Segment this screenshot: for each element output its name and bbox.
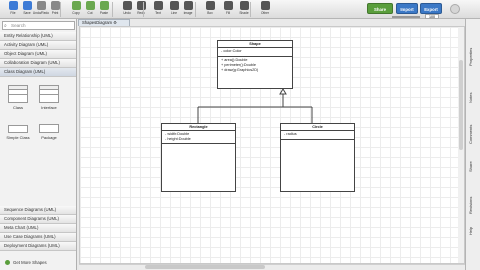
tab-settings-icon[interactable]: ⚙ xyxy=(113,20,117,25)
toolbar-tool-shade[interactable]: Shade xyxy=(234,1,254,18)
rectangle-class-name: Rectangle xyxy=(162,124,235,131)
search-input[interactable]: Search xyxy=(2,21,75,30)
simple-class-tile-label: Simple Class xyxy=(6,135,30,140)
inheritance-arrowhead xyxy=(279,88,287,95)
toolbar-separator xyxy=(60,2,61,17)
class-tile-label: Class xyxy=(12,105,23,110)
shape-op: + draw(g:Graphics2D) xyxy=(221,68,259,72)
toolbar-tool-label: Shade xyxy=(239,11,249,15)
interface-tile-label: Interface xyxy=(41,105,57,110)
other-icon xyxy=(260,1,270,10)
zoom-slider[interactable] xyxy=(392,16,420,18)
toolbar-tool-label: Other xyxy=(261,11,269,15)
shape-class-box[interactable]: Shape - color:Color + area():Double + pe… xyxy=(217,40,293,89)
right-tab-share[interactable]: Share xyxy=(468,159,479,175)
category-header[interactable]: Class Diagram (UML) xyxy=(0,68,76,77)
plus-icon xyxy=(5,260,10,265)
toolbar-tool-print[interactable]: Print xyxy=(45,1,65,18)
main-toolbar: File Save Undo/Redo Print Copy Cut Paste Undo Re… xyxy=(0,0,480,19)
simple-class-shape-tile[interactable] xyxy=(8,125,28,133)
share-button[interactable]: Share xyxy=(367,3,393,14)
circle-class-box[interactable]: Circle - radius xyxy=(280,123,355,192)
import-label: Import xyxy=(400,7,414,12)
toolbar-tool-box[interactable]: Box xyxy=(200,1,220,18)
export-label: Export xyxy=(424,7,438,12)
paste-icon xyxy=(99,1,109,10)
user-avatar[interactable] xyxy=(450,4,460,14)
zoom-label: 100 xyxy=(429,15,435,19)
category-header[interactable]: Collaboration Diagram (UML) xyxy=(0,59,76,68)
right-tab-revisions[interactable]: Revisions xyxy=(468,194,479,216)
category-header[interactable]: Activity Diagram (UML) xyxy=(0,41,76,50)
diagram-canvas[interactable]: Shape - color:Color + area():Double + pe… xyxy=(79,26,465,264)
shape-class-name: Shape xyxy=(218,41,292,48)
toolbar-tool-label: Box xyxy=(207,11,213,15)
class-shape-tile[interactable] xyxy=(8,85,28,103)
shade-icon xyxy=(239,1,249,10)
get-more-label: Get More Shapes xyxy=(13,260,47,265)
toolbar-separator xyxy=(250,2,251,17)
interface-shape-tile[interactable] xyxy=(39,85,59,103)
fill-icon xyxy=(223,1,233,10)
export-button[interactable]: Export xyxy=(420,3,442,14)
package-shape-tile[interactable] xyxy=(39,124,59,133)
zoom-select[interactable]: 100 xyxy=(425,14,439,19)
right-tab-comments[interactable]: Comments xyxy=(468,119,479,149)
text-icon xyxy=(153,1,163,10)
toolbar-separator xyxy=(143,2,144,17)
category-header[interactable]: Meta Chart (UML) xyxy=(0,224,76,233)
category-header[interactable]: Use Case Diagrams (UML) xyxy=(0,233,76,242)
toolbar-tool-label: Print xyxy=(51,11,59,15)
horizontal-scrollbar[interactable] xyxy=(79,264,465,270)
toolbar-tool-other[interactable]: Other xyxy=(255,1,275,18)
rectangle-class-box[interactable]: Rectangle - width:Double - height:Double xyxy=(161,123,236,192)
right-tab-help[interactable]: Help xyxy=(468,224,479,238)
package-tile-label: Package xyxy=(41,135,57,140)
toolbar-tool-paste[interactable]: Paste xyxy=(94,1,114,18)
category-header[interactable]: Entity Relationship (UML) xyxy=(0,32,76,41)
get-more-shapes-button[interactable]: Get More Shapes xyxy=(4,258,74,267)
shape-attr: - color:Color xyxy=(221,49,242,53)
horizontal-scroll-thumb[interactable] xyxy=(145,265,265,269)
share-label: Share xyxy=(374,7,386,12)
right-panel-tabs: Properties Notes Comments Share Revisions Hel… xyxy=(465,19,480,270)
toolbar-separator xyxy=(195,2,196,17)
document-tab[interactable]: ShapesDiagram ⚙ xyxy=(78,19,130,26)
category-header[interactable]: Sequence Diagrams (UML) xyxy=(0,206,76,215)
shape-library-sidebar: Search ⌕ Entity Relationship (UML) Activi… xyxy=(0,19,77,270)
right-tab-properties[interactable]: Properties xyxy=(468,37,479,77)
category-header[interactable]: Component Diagrams (UML) xyxy=(0,215,76,224)
search-icon: ⌕ xyxy=(4,23,7,29)
toolbar-separator xyxy=(112,2,113,17)
tab-label: ShapesDiagram xyxy=(82,20,113,25)
import-button[interactable]: Import xyxy=(396,3,418,14)
category-header[interactable]: Deployment Diagrams (UML) xyxy=(0,242,76,251)
circle-attr: - radius xyxy=(284,132,297,136)
vertical-scroll-thumb[interactable] xyxy=(459,60,463,150)
toolbar-tool-label: Paste xyxy=(99,11,109,15)
category-header[interactable]: Object Diagram (UML) xyxy=(0,50,76,59)
image-icon xyxy=(183,1,193,10)
box-icon xyxy=(205,1,215,10)
circle-class-name: Circle xyxy=(281,124,354,131)
redo-arrow-icon xyxy=(136,1,146,10)
right-tab-notes[interactable]: Notes xyxy=(468,87,479,109)
print-icon xyxy=(50,1,60,10)
rectangle-attr: - height:Double xyxy=(165,137,191,141)
